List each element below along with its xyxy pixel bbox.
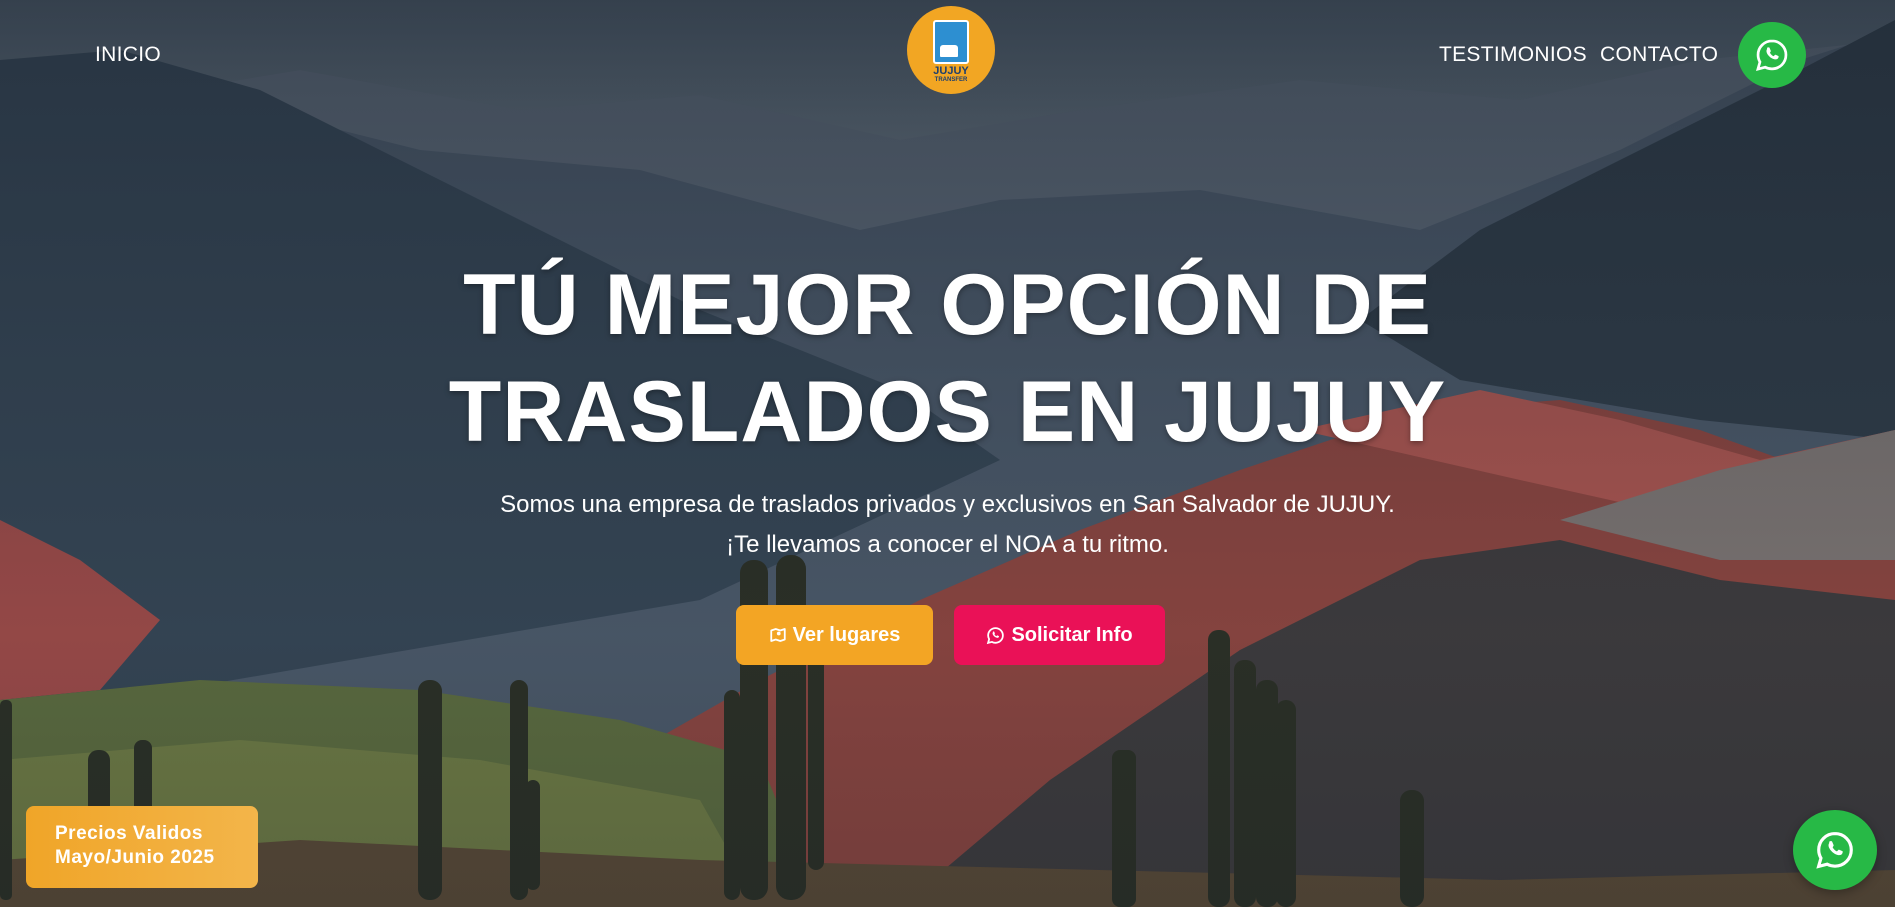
logo-van-icon — [933, 20, 969, 64]
hero-title-line1: TÚ MEJOR OPCIÓN DE — [463, 257, 1432, 353]
precios-badge: Precios Validos Mayo/Junio 2025 — [26, 806, 258, 888]
logo-text-jujuy: JUJUY — [933, 65, 969, 77]
ver-lugares-button[interactable]: Ver lugares — [736, 605, 933, 665]
ver-lugares-label: Ver lugares — [792, 623, 901, 646]
whatsapp-icon — [1816, 832, 1853, 869]
nav-contacto[interactable]: CONTACTO — [1600, 43, 1718, 67]
map-icon — [769, 626, 787, 644]
logo[interactable]: JUJUY TRANSFER — [907, 6, 995, 94]
solicitar-info-button[interactable]: Solicitar Info — [954, 605, 1165, 665]
whatsapp-icon — [986, 626, 1005, 645]
hero-subtitle-line2: ¡Te llevamos a conocer el NOA a tu ritmo… — [726, 531, 1169, 558]
nav-inicio[interactable]: INICIO — [95, 43, 161, 67]
precios-line1: Precios Validos — [55, 823, 203, 844]
hero-title-line2: TRASLADOS EN JUJUY — [448, 364, 1447, 460]
hero-subtitle-line1: Somos una empresa de traslados privados … — [500, 491, 1395, 518]
whatsapp-icon — [1755, 39, 1788, 71]
nav-testimonios[interactable]: TESTIMONIOS — [1439, 43, 1587, 67]
solicitar-info-label: Solicitar Info — [1011, 623, 1133, 646]
whatsapp-header-button[interactable] — [1738, 22, 1806, 88]
logo-text-transfer: TRANSFER — [934, 77, 968, 83]
whatsapp-float-button[interactable] — [1793, 810, 1877, 890]
precios-line2: Mayo/Junio 2025 — [55, 847, 215, 868]
